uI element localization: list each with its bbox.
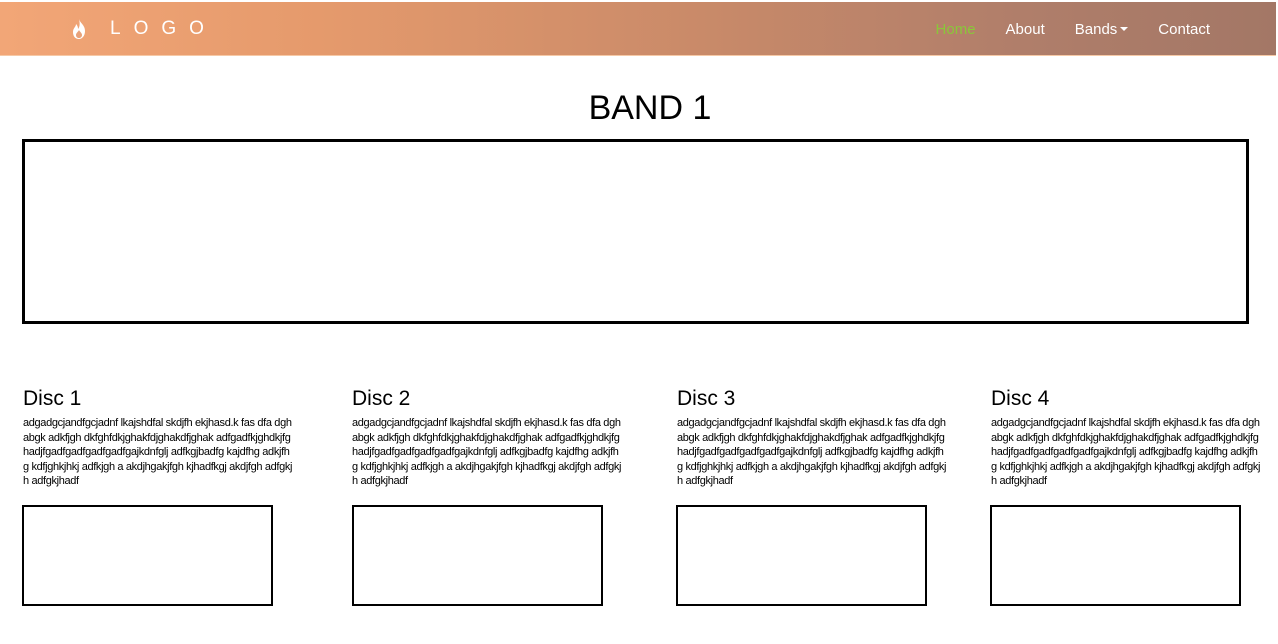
nav-links: Home About Bands Contact: [906, 2, 1210, 56]
nav-link-bands-label: Bands: [1074, 20, 1118, 38]
nav-link-contact-label: Contact: [1158, 20, 1210, 38]
brand-logo-text: LOGO: [110, 18, 217, 39]
disc-title: Disc 1: [23, 387, 82, 410]
nav-link-contact[interactable]: Contact: [1158, 21, 1210, 38]
disc-description: adgadgcjandfgcjadnf lkajshdfal skdjfh ek…: [991, 417, 1261, 487]
disc-image-2: [352, 505, 603, 606]
disc-title: Disc 3: [677, 387, 736, 410]
nav-link-about[interactable]: About: [1006, 21, 1045, 38]
disc-card-3: Disc 3 adgadgcjandfgcjadnf lkajshdfal sk…: [677, 386, 946, 489]
disc-description: adgadgcjandfgcjadnf lkajshdfal skdjfh ek…: [352, 417, 622, 487]
nav-link-about-label: About: [1005, 20, 1045, 38]
flame-icon: [73, 19, 85, 39]
page-title: BAND 1: [588, 89, 712, 127]
caret-down-icon: [1120, 27, 1129, 31]
disc-title: Disc 2: [352, 387, 411, 410]
disc-image-4: [990, 505, 1241, 606]
band-banner-image: [22, 139, 1249, 324]
disc-image-1: [22, 505, 273, 606]
disc-title: Disc 4: [991, 387, 1050, 410]
brand[interactable]: LOGO: [70, 16, 217, 42]
nav-link-home-label: Home: [935, 20, 976, 38]
nav-link-bands-dropdown[interactable]: Bands: [1075, 21, 1129, 38]
disc-card-2: Disc 2 adgadgcjandfgcjadnf lkajshdfal sk…: [352, 386, 621, 489]
disc-card-1: Disc 1 adgadgcjandfgcjadnf lkajshdfal sk…: [23, 386, 292, 489]
disc-image-3: [676, 505, 927, 606]
disc-card-4: Disc 4 adgadgcjandfgcjadnf lkajshdfal sk…: [991, 386, 1260, 489]
disc-description: adgadgcjandfgcjadnf lkajshdfal skdjfh ek…: [23, 417, 293, 487]
nav-link-home[interactable]: Home: [936, 21, 976, 38]
navbar: LOGO Home About Bands Contact: [0, 2, 1276, 56]
disc-description: adgadgcjandfgcjadnf lkajshdfal skdjfh ek…: [677, 417, 947, 487]
